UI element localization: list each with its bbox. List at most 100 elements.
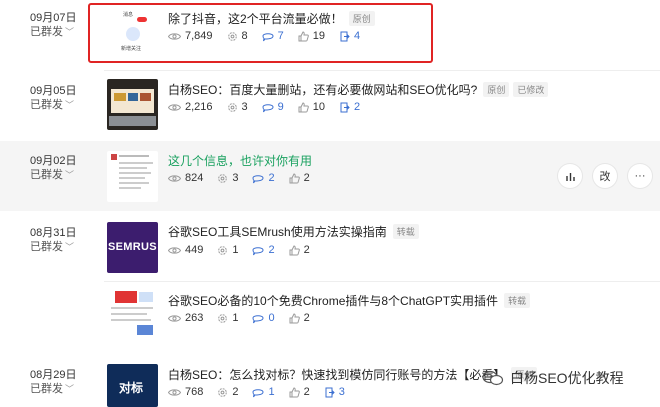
share-count: 2 bbox=[232, 386, 239, 398]
watermark: 白杨SEO优化教程 bbox=[482, 368, 624, 388]
article-title[interactable]: 白杨SEO：百度大量删站，还有必要做网站和SEO优化吗? 原创 已修改 bbox=[168, 81, 549, 98]
article-title[interactable]: 谷歌SEO工具SEMrush使用方法实操指南 转载 bbox=[168, 223, 419, 240]
comment-icon bbox=[252, 246, 264, 255]
screen-block bbox=[128, 93, 138, 101]
text-line bbox=[119, 182, 149, 184]
article-row-hovered[interactable]: 09月02日 已群发 ﹀ 这几个信息，也许对你有用 824 3 2 2 改 ··· bbox=[0, 141, 660, 211]
article-stats: 263 1 0 2 bbox=[168, 312, 324, 324]
chevron-down-icon: ﹀ bbox=[65, 27, 75, 37]
comment-icon bbox=[252, 314, 264, 323]
text-line bbox=[119, 162, 153, 164]
more-button[interactable]: ··· bbox=[628, 164, 652, 188]
thumb-logo-text: 对标 bbox=[119, 381, 144, 395]
comment-count[interactable]: 2 bbox=[268, 244, 274, 256]
share-count: 3 bbox=[232, 172, 239, 184]
article-thumbnail[interactable] bbox=[107, 79, 158, 130]
repost-icon bbox=[340, 102, 350, 112]
share-count: 1 bbox=[232, 312, 239, 324]
article-thumbnail[interactable]: SEMRUS bbox=[107, 222, 158, 273]
wechat-icon bbox=[482, 370, 504, 386]
selection-highlight-box bbox=[88, 3, 433, 63]
eye-icon bbox=[168, 314, 181, 322]
chevron-down-icon: ﹀ bbox=[65, 384, 75, 394]
send-status[interactable]: 已群发 ﹀ bbox=[30, 380, 74, 396]
stats-button[interactable] bbox=[558, 164, 582, 188]
thumb-logo-text: SEMRUS bbox=[108, 241, 157, 253]
view-count: 263 bbox=[185, 312, 204, 324]
comment-icon bbox=[252, 388, 264, 397]
article-stats: 449 1 2 2 bbox=[168, 244, 324, 256]
article-thumbnail[interactable] bbox=[107, 151, 158, 202]
comment-count[interactable]: 2 bbox=[268, 172, 274, 184]
eye-icon bbox=[168, 174, 181, 182]
chevron-down-icon: ﹀ bbox=[65, 170, 75, 180]
edit-button[interactable]: 改 bbox=[593, 164, 617, 188]
thumbs-up-icon bbox=[289, 312, 300, 323]
chevron-down-icon: ﹀ bbox=[65, 242, 75, 252]
send-status[interactable]: 已群发 ﹀ bbox=[30, 238, 74, 254]
view-count: 449 bbox=[185, 244, 204, 256]
like-count: 2 bbox=[303, 386, 310, 398]
article-thumbnail[interactable]: 对标 bbox=[107, 364, 158, 407]
like-count: 2 bbox=[303, 244, 310, 256]
comment-icon bbox=[252, 174, 264, 183]
thumbs-up-icon bbox=[289, 172, 300, 183]
share-count: 3 bbox=[241, 101, 248, 113]
thumb-block bbox=[139, 292, 153, 302]
eye-icon bbox=[168, 246, 181, 254]
article-title[interactable]: 谷歌SEO必备的10个免费Chrome插件与8个ChatGPT实用插件 转载 bbox=[168, 292, 531, 309]
send-status[interactable]: 已群发 ﹀ bbox=[30, 96, 74, 112]
text-line bbox=[111, 313, 147, 315]
comment-count[interactable]: 0 bbox=[268, 312, 274, 324]
screen-block bbox=[114, 93, 126, 101]
text-line bbox=[119, 172, 151, 174]
send-status[interactable]: 已群发 ﹀ bbox=[30, 23, 74, 39]
like-count: 2 bbox=[303, 312, 310, 324]
repost-count[interactable]: 3 bbox=[339, 386, 345, 398]
eye-icon bbox=[168, 388, 181, 396]
text-line bbox=[111, 307, 153, 309]
chevron-down-icon: ﹀ bbox=[65, 100, 75, 110]
avatar bbox=[111, 154, 117, 160]
like-count: 10 bbox=[312, 101, 326, 113]
thumbs-up-icon bbox=[289, 386, 300, 397]
eye-icon bbox=[168, 103, 181, 111]
text-line bbox=[119, 167, 147, 169]
share-count: 1 bbox=[232, 244, 239, 256]
text-line bbox=[119, 187, 141, 189]
article-thumbnail[interactable] bbox=[107, 289, 158, 340]
text-line bbox=[119, 155, 149, 157]
bar-chart-icon bbox=[565, 172, 575, 181]
share-gear-icon bbox=[218, 173, 228, 183]
view-count: 824 bbox=[185, 172, 204, 184]
share-gear-icon bbox=[218, 313, 228, 323]
view-count: 768 bbox=[185, 386, 204, 398]
article-stats: 2,216 3 9 10 2 bbox=[168, 101, 374, 113]
comment-count[interactable]: 1 bbox=[268, 386, 274, 398]
tag-original: 原创 bbox=[483, 82, 510, 97]
view-count: 2,216 bbox=[185, 101, 213, 113]
repost-icon bbox=[325, 387, 335, 397]
text-line bbox=[119, 177, 145, 179]
tag-reprint: 转载 bbox=[392, 224, 419, 239]
send-status[interactable]: 已群发 ﹀ bbox=[30, 166, 74, 182]
thumb-block bbox=[137, 325, 153, 335]
laptop-keyboard bbox=[109, 116, 156, 126]
repost-count[interactable]: 2 bbox=[354, 101, 360, 113]
article-stats: 824 3 2 2 bbox=[168, 172, 324, 184]
article-stats: 768 2 1 2 3 bbox=[168, 386, 359, 398]
screen-block bbox=[140, 93, 151, 101]
share-gear-icon bbox=[218, 387, 228, 397]
article-row[interactable]: 08月31日 已群发 ﹀ SEMRUS 谷歌SEO工具SEMrush使用方法实操指… bbox=[0, 213, 660, 281]
tag-modified: 已修改 bbox=[513, 82, 549, 97]
thumbs-up-icon bbox=[298, 101, 309, 112]
comment-icon bbox=[262, 103, 274, 112]
text-line bbox=[111, 319, 151, 321]
comment-count[interactable]: 9 bbox=[278, 101, 284, 113]
article-row[interactable]: 谷歌SEO必备的10个免费Chrome插件与8个ChatGPT实用插件 转载 26… bbox=[0, 282, 660, 346]
article-row[interactable]: 09月05日 已群发 ﹀ 白杨SEO：百度大量删站，还有必要做网站和SEO优化吗?… bbox=[0, 71, 660, 139]
article-title[interactable]: 这几个信息，也许对你有用 bbox=[168, 152, 312, 169]
thumbs-up-icon bbox=[289, 244, 300, 255]
share-gear-icon bbox=[218, 245, 228, 255]
tag-reprint: 转载 bbox=[504, 293, 531, 308]
